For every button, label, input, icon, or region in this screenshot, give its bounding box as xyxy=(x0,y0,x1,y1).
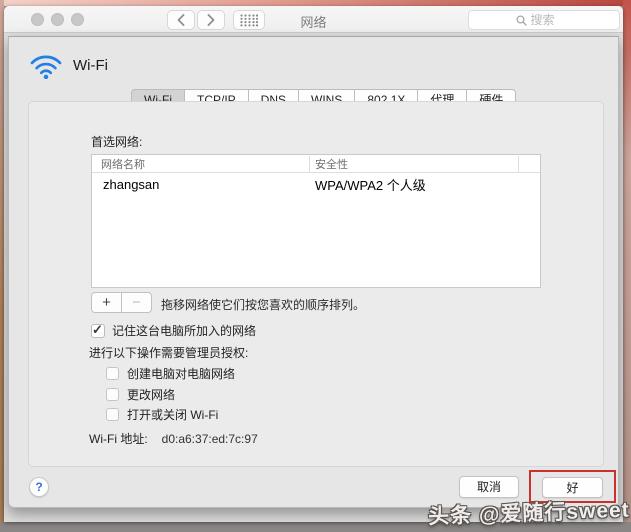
column-divider xyxy=(518,156,519,172)
cancel-button[interactable]: 取消 xyxy=(459,476,519,498)
screenshot-stage: 网络 Wi-Fi Wi-Fi TCP/I xyxy=(0,0,631,532)
window-toolbar: 网络 xyxy=(4,6,623,33)
drag-order-hint: 拖移网络使它们按您喜欢的顺序排列。 xyxy=(161,296,365,313)
wifi-address-label: Wi-Fi 地址: xyxy=(89,432,148,446)
table-row[interactable]: zhangsan WPA/WPA2 个人级 xyxy=(92,173,540,195)
wifi-address-value: d0:a6:37:ed:7c:97 xyxy=(162,432,258,446)
create-networks-checkbox[interactable] xyxy=(106,367,119,380)
column-divider xyxy=(309,156,310,172)
help-button[interactable]: ? xyxy=(29,477,49,497)
wifi-advanced-sheet: Wi-Fi Wi-Fi TCP/IP DNS WINS 802.1X 代理 硬件… xyxy=(8,36,619,508)
search-icon xyxy=(516,15,527,26)
security-cell: WPA/WPA2 个人级 xyxy=(309,175,426,194)
wifi-address-row: Wi-Fi 地址: d0:a6:37:ed:7c:97 xyxy=(89,430,258,447)
column-header-security[interactable]: 安全性 xyxy=(309,156,348,172)
table-header: 网络名称 安全性 xyxy=(92,155,540,173)
checkmark-icon: ✓ xyxy=(92,322,103,338)
search-field[interactable] xyxy=(468,10,620,30)
background-edge-right xyxy=(623,0,631,522)
service-name-label: Wi-Fi xyxy=(73,57,108,74)
watermark-text: 头条 @爱随行sweet xyxy=(428,493,631,530)
admin-option-row: 更改网络 xyxy=(106,386,175,403)
admin-authorization-label: 进行以下操作需要管理员授权: xyxy=(89,344,248,361)
add-network-button[interactable]: + xyxy=(91,292,122,313)
remove-network-button[interactable]: − xyxy=(121,292,152,313)
service-header: Wi-Fi xyxy=(29,51,108,79)
remember-networks-label: 记住这台电脑所加入的网络 xyxy=(112,322,256,339)
wifi-icon xyxy=(29,51,63,79)
preferred-networks-table[interactable]: 网络名称 安全性 zhangsan WPA/WPA2 个人级 xyxy=(91,154,541,288)
toggle-wifi-label: 打开或关闭 Wi-Fi xyxy=(127,406,218,423)
admin-option-row: 创建电脑对电脑网络 xyxy=(106,365,235,382)
network-preferences-window: 网络 Wi-Fi Wi-Fi TCP/I xyxy=(4,6,623,522)
toggle-wifi-checkbox[interactable] xyxy=(106,408,119,421)
admin-option-row: 打开或关闭 Wi-Fi xyxy=(106,406,218,423)
preferred-networks-label: 首选网络: xyxy=(91,133,142,150)
remember-networks-row: ✓ 记住这台电脑所加入的网络 xyxy=(91,322,256,339)
change-networks-label: 更改网络 xyxy=(127,386,175,403)
remember-networks-checkbox[interactable]: ✓ xyxy=(91,324,105,338)
column-header-network-name[interactable]: 网络名称 xyxy=(92,156,309,172)
add-remove-controls: + − xyxy=(91,292,152,313)
create-networks-label: 创建电脑对电脑网络 xyxy=(127,365,235,382)
search-input[interactable] xyxy=(531,13,573,27)
change-networks-checkbox[interactable] xyxy=(106,388,119,401)
network-name-cell: zhangsan xyxy=(92,177,309,192)
